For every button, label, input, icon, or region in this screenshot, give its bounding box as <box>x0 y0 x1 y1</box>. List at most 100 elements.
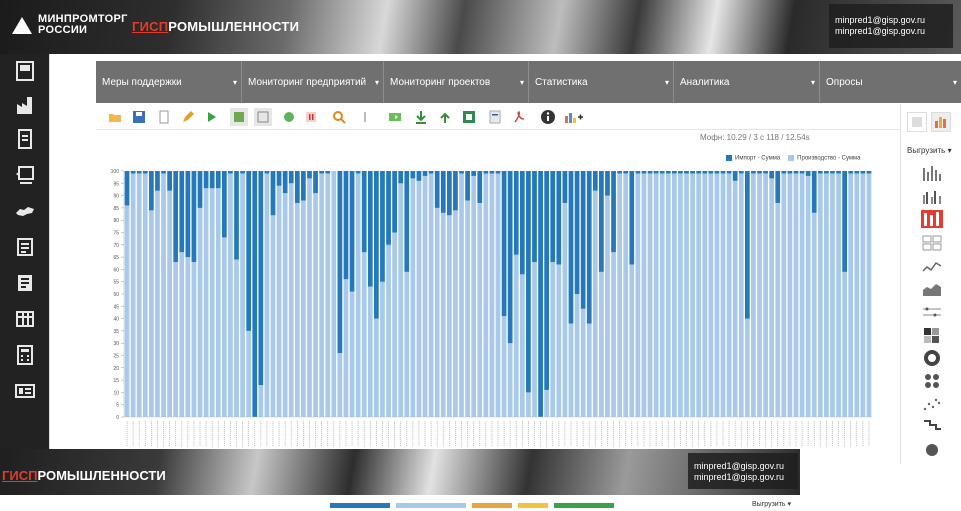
excel-icon[interactable] <box>462 110 476 124</box>
russia-map-icon[interactable] <box>13 200 37 222</box>
bar-import <box>793 171 799 174</box>
chart-legend: Импорт - Сумма Производство - Сумма <box>726 155 860 162</box>
word-icon[interactable] <box>488 110 502 124</box>
edit-pencil-icon[interactable] <box>181 110 195 124</box>
scatter-line-type-icon[interactable] <box>921 303 943 321</box>
sort-icon[interactable] <box>358 110 372 124</box>
scatter-chart-type-icon[interactable] <box>921 395 943 413</box>
pause-icon[interactable] <box>304 110 318 124</box>
bar-production <box>860 173 866 417</box>
bar-production <box>130 173 136 417</box>
duplicate-export-dropdown[interactable]: Выгрузить ▾ <box>752 500 791 508</box>
factory-icon[interactable] <box>13 94 37 116</box>
donut-chart-type-icon[interactable] <box>921 349 943 367</box>
new-document-icon[interactable] <box>157 110 171 124</box>
duplicate-gisp-brand[interactable]: ГИСПРОМЫШЛЕННОСТИ <box>2 468 166 483</box>
nav-analytics[interactable]: Аналитика ▾ <box>674 61 820 103</box>
y-tick-label: 60 <box>113 267 119 273</box>
duplicate-header: ГИСПРОМЫШЛЕННОСТИ minpred1@gisp.gov.ru m… <box>0 449 800 495</box>
save-icon[interactable] <box>132 110 146 124</box>
nav-label: Мониторинг проектов <box>390 77 491 88</box>
register-icon[interactable] <box>13 236 37 258</box>
bar-import <box>228 171 233 174</box>
bar-import <box>203 171 209 189</box>
bar-production <box>179 252 185 417</box>
line-chart-type-icon[interactable] <box>921 257 943 275</box>
multi-pie-type-icon[interactable] <box>921 372 943 390</box>
document-icon[interactable] <box>13 128 37 150</box>
export-dropdown[interactable]: Выгрузить ▾ <box>907 146 952 155</box>
bar-production <box>519 274 525 417</box>
reports-icon[interactable] <box>13 272 37 294</box>
bar-production <box>148 210 154 417</box>
stacked-bar-type-icon[interactable] <box>921 210 943 228</box>
bar-import <box>824 171 829 174</box>
ministry-logo[interactable]: МИНПРОМТОРГ РОССИИ <box>12 14 128 36</box>
layout-icon[interactable] <box>254 108 272 126</box>
bar-production <box>307 178 312 417</box>
bar-import <box>641 171 647 174</box>
heatmap-type-icon[interactable] <box>921 326 943 344</box>
info-icon[interactable] <box>540 109 556 125</box>
nav-support-measures[interactable]: Меры поддержки ▾ <box>96 61 242 103</box>
duplicate-user-menu[interactable]: minpred1@gisp.gov.ru minpred1@gisp.gov.r… <box>688 453 798 489</box>
bar-production <box>246 330 252 417</box>
legend-label-production: Производство - Сумма <box>797 155 861 162</box>
nav-enterprise-monitoring[interactable]: Мониторинг предприятий ▾ <box>242 61 384 103</box>
open-folder-icon[interactable] <box>108 110 122 124</box>
table-icon[interactable] <box>13 308 37 330</box>
bar-production <box>240 173 245 417</box>
grid-view-icon[interactable] <box>230 108 248 126</box>
bar-production <box>380 281 385 417</box>
bar-production <box>282 193 288 417</box>
search-icon[interactable] <box>332 110 346 124</box>
download-icon[interactable] <box>414 110 428 124</box>
refresh-icon[interactable] <box>282 110 296 124</box>
nav-surveys[interactable]: Опросы ▾ <box>820 61 961 103</box>
small-multiples-type-icon[interactable] <box>921 234 943 252</box>
waterfall-type-icon[interactable] <box>921 418 943 436</box>
bar-production <box>301 200 306 417</box>
form-icon[interactable] <box>13 380 37 402</box>
grouped-bar-type-icon[interactable] <box>921 187 943 205</box>
bubble-chart-type-icon[interactable] <box>921 441 943 459</box>
y-tick-label: 35 <box>113 329 119 335</box>
bar-import <box>301 171 306 201</box>
gisp-brand[interactable]: ГИСПРОМЫШЛЕННОСТИ <box>132 19 299 34</box>
bar-import <box>155 171 160 191</box>
export-arrow-icon[interactable] <box>388 110 402 124</box>
bar-production <box>428 173 434 417</box>
bar-import <box>471 171 477 176</box>
bar-production <box>124 205 130 417</box>
run-icon[interactable] <box>204 110 218 124</box>
monitor-icon[interactable] <box>13 164 37 186</box>
legend-item-production[interactable]: Производство - Сумма <box>788 155 860 162</box>
upload-icon[interactable] <box>438 110 452 124</box>
add-chart-icon[interactable] <box>564 110 584 124</box>
bar-import <box>678 171 683 174</box>
chart-canvas: 0 5 10 15 20 25 30 35 40 45 50 55 60 65 70 75 80 85 90 95 10… <box>111 169 872 447</box>
bar-production <box>696 173 702 417</box>
bar-import <box>453 171 458 211</box>
bar-production <box>775 202 781 417</box>
bar-import <box>714 171 720 174</box>
chart-view-button[interactable] <box>931 112 951 132</box>
calculator-icon[interactable] <box>13 344 37 366</box>
bar-import <box>738 171 744 174</box>
bar-production <box>161 173 166 417</box>
legend-item-import[interactable]: Импорт - Сумма <box>726 155 780 162</box>
nav-project-monitoring[interactable]: Мониторинг проектов ▾ <box>384 61 529 103</box>
bar-import <box>708 171 714 174</box>
area-chart-type-icon[interactable] <box>921 280 943 298</box>
duplicate-chart-legend <box>330 503 710 509</box>
pdf-icon[interactable] <box>512 110 526 124</box>
chevron-down-icon: ▾ <box>952 78 957 87</box>
user-account-menu[interactable]: minpred1@gisp.gov.ru minpred1@gisp.gov.r… <box>829 4 953 48</box>
bar-import <box>635 171 641 174</box>
table-view-button[interactable] <box>907 112 927 132</box>
bar-production <box>799 173 805 417</box>
bar-import <box>367 171 373 287</box>
nav-statistics[interactable]: Статистика ▾ <box>529 61 674 103</box>
bar-chart-type-icon[interactable] <box>921 164 943 182</box>
dashboard-icon[interactable] <box>13 60 37 82</box>
